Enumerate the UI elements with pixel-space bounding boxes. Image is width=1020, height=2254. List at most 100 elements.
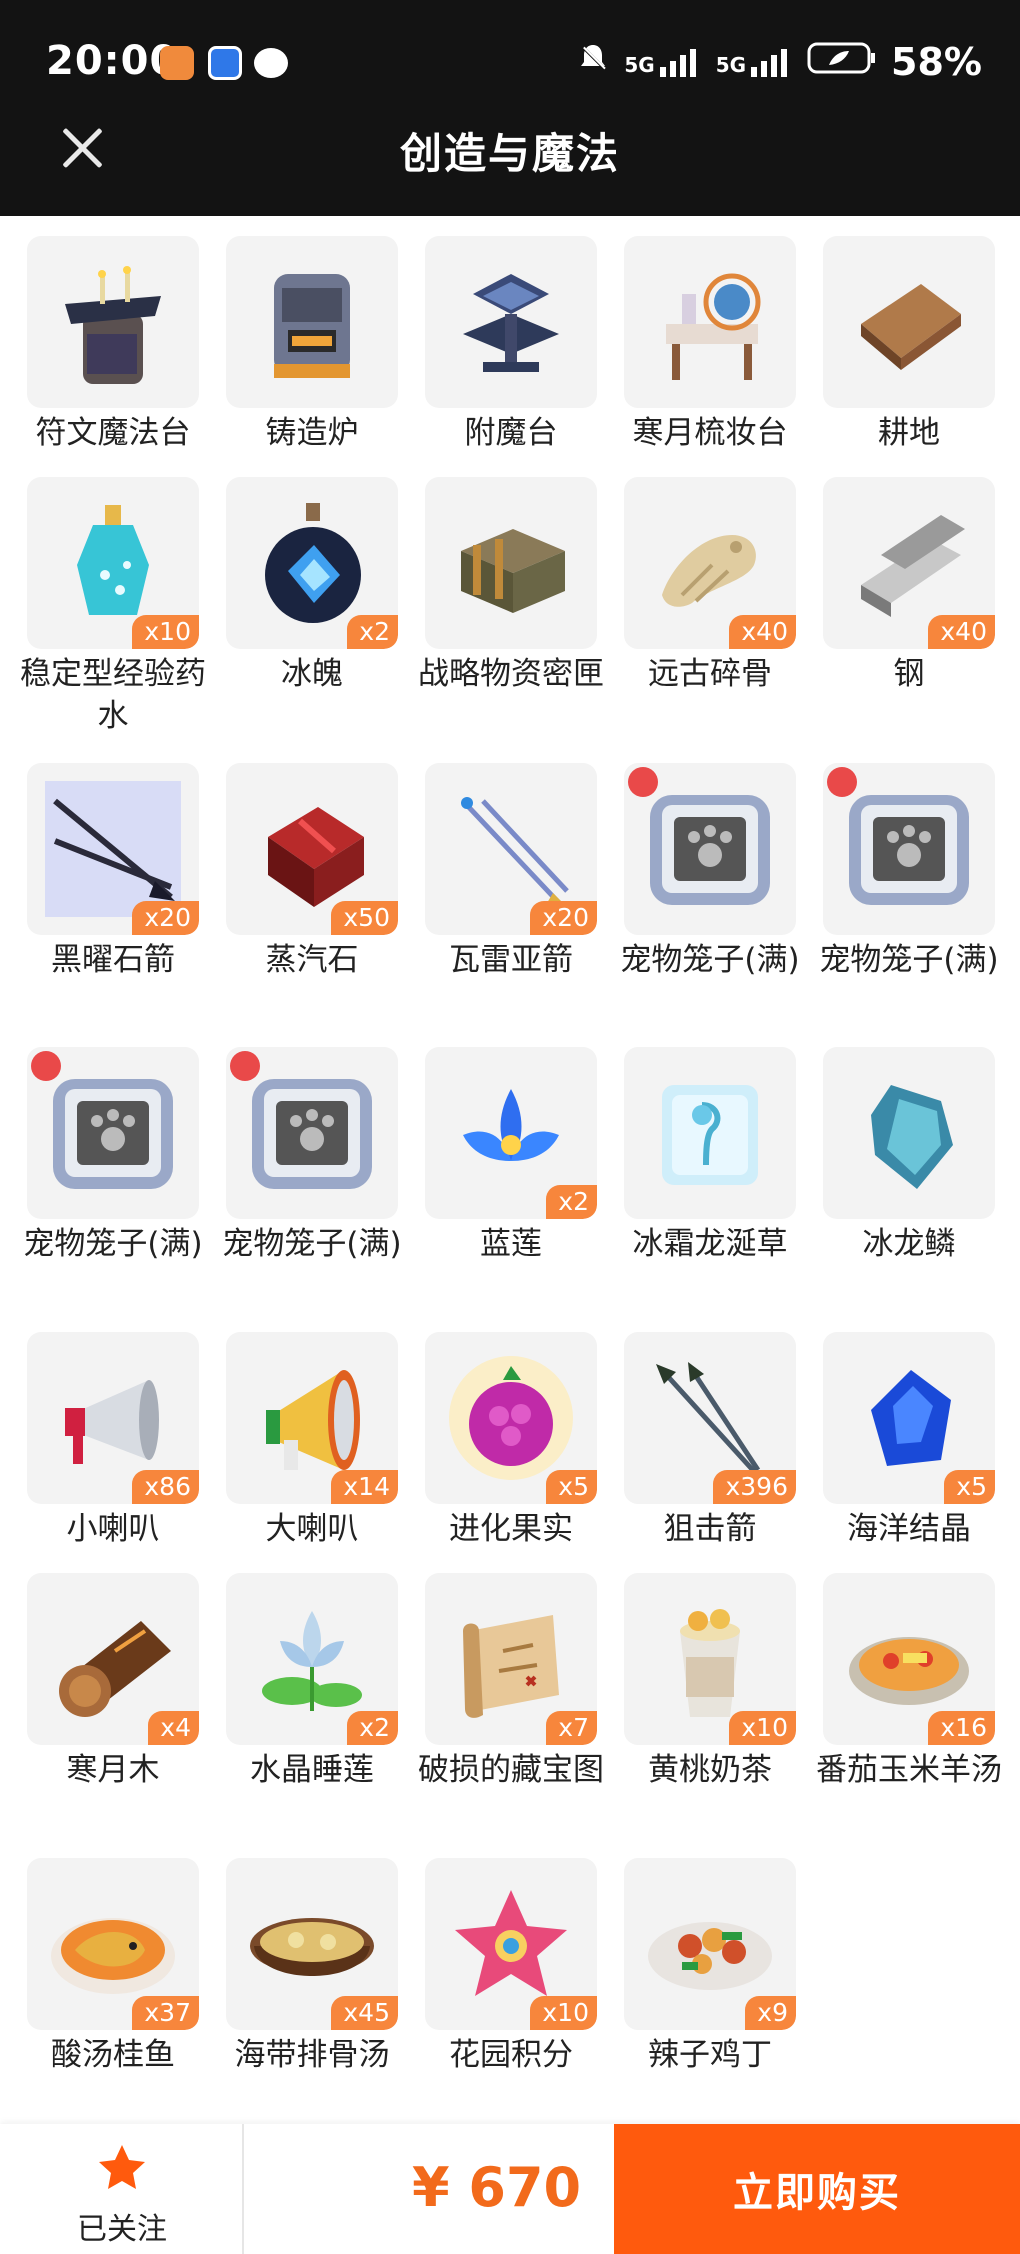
- crystal-lily-icon: [262, 1611, 362, 1711]
- paw-badge-icon: [628, 767, 658, 797]
- grid-item[interactable]: x10 稳定型经验药水: [20, 477, 206, 737]
- item-thumbnail: [624, 236, 796, 408]
- grid-item[interactable]: x50 蒸汽石: [226, 763, 398, 981]
- item-name: 瓦雷亚箭: [449, 942, 573, 978]
- mutton-soup-icon: [849, 1637, 969, 1705]
- grid-item[interactable]: 附魔台: [425, 236, 597, 454]
- frost-herb-icon: [662, 1085, 758, 1185]
- grid-item[interactable]: x2 水晶睡莲: [226, 1573, 398, 1791]
- item-thumbnail: x9: [624, 1858, 796, 2030]
- grid-item[interactable]: x40 钢: [823, 477, 995, 695]
- title-bar: 创造与魔法: [0, 90, 1020, 216]
- kelp-soup-icon: [250, 1918, 374, 1976]
- item-thumbnail: x2: [226, 477, 398, 649]
- buy-now-button[interactable]: 立即购买: [614, 2124, 1020, 2254]
- obsidian-arrow-icon: [45, 781, 181, 917]
- item-name: 辣子鸡丁: [648, 2037, 772, 2073]
- grid-item[interactable]: x10 黄桃奶茶: [624, 1573, 796, 1791]
- item-name: 远古碎骨: [648, 656, 772, 692]
- quantity-badge: x396: [713, 1470, 796, 1504]
- mute-icon: [576, 40, 610, 84]
- pet-cage-icon: [252, 1079, 372, 1189]
- item-thumbnail: [27, 1047, 199, 1219]
- grid-item[interactable]: 耕地: [823, 236, 995, 454]
- paw-badge-icon: [230, 1051, 260, 1081]
- grid-item[interactable]: x20 黑曜石箭: [27, 763, 199, 981]
- item-name: 冰龙鳞: [862, 1226, 956, 1262]
- item-thumbnail: [823, 236, 995, 408]
- quantity-badge: x40: [729, 615, 796, 649]
- battery-icon: [807, 40, 877, 84]
- grid-item[interactable]: 宠物笼子(满): [819, 763, 999, 981]
- follow-button[interactable]: 已关注: [0, 2124, 244, 2254]
- quantity-badge: x45: [331, 1996, 398, 2030]
- quantity-badge: x10: [530, 1996, 597, 2030]
- dresser-icon: [666, 273, 761, 380]
- grid-item[interactable]: x5 进化果实: [425, 1332, 597, 1550]
- grid-item[interactable]: x396 狙击箭: [624, 1332, 796, 1550]
- grid-item[interactable]: x40 远古碎骨: [624, 477, 796, 695]
- item-name: 酸汤桂鱼: [51, 2037, 175, 2073]
- paw-badge-icon: [31, 1051, 61, 1081]
- milk-tea-icon: [680, 1609, 740, 1717]
- grid-item[interactable]: 冰霜龙涎草: [624, 1047, 796, 1265]
- grid-item[interactable]: x10 花园积分: [425, 1858, 597, 2076]
- grid-item[interactable]: 符文魔法台: [27, 236, 199, 454]
- item-thumbnail: x10: [425, 1858, 597, 2030]
- grid-item[interactable]: 战略物资密匣: [418, 477, 604, 695]
- grid-item[interactable]: 冰龙鳞: [823, 1047, 995, 1265]
- grid-item[interactable]: x86 小喇叭: [27, 1332, 199, 1550]
- potion-icon: [77, 505, 149, 615]
- grid-item[interactable]: 宠物笼子(满): [23, 1047, 203, 1265]
- signal-icon-2: 5G: [716, 47, 793, 77]
- item-thumbnail: x37: [27, 1858, 199, 2030]
- item-name: 宠物笼子(满): [620, 942, 800, 978]
- quantity-badge: x40: [928, 615, 995, 649]
- star-icon: [99, 2145, 145, 2189]
- ocean-crystal-icon: [871, 1370, 951, 1466]
- grid-item[interactable]: x9 辣子鸡丁: [624, 1858, 796, 2076]
- pet-cage-icon: [849, 795, 969, 905]
- grid-item[interactable]: x7 破损的藏宝图: [418, 1573, 604, 1791]
- item-name: 寒月梳妆台: [632, 415, 788, 451]
- grid-item[interactable]: x5 海洋结晶: [823, 1332, 995, 1550]
- item-thumbnail: [226, 1047, 398, 1219]
- item-thumbnail: [425, 477, 597, 649]
- grid-item[interactable]: x2 冰魄: [226, 477, 398, 695]
- ice-dragon-scale-icon: [871, 1085, 953, 1189]
- item-thumbnail: x20: [27, 763, 199, 935]
- grid-item[interactable]: 宠物笼子(满): [620, 763, 800, 981]
- grid-item[interactable]: x14 大喇叭: [226, 1332, 398, 1550]
- item-name: 狙击箭: [663, 1511, 757, 1547]
- garden-point-icon: [455, 1890, 567, 1996]
- status-time: 20:00: [46, 38, 179, 84]
- item-name: 进化果实: [449, 1511, 573, 1547]
- item-thumbnail: x10: [27, 477, 199, 649]
- quantity-badge: x4: [148, 1711, 199, 1745]
- item-name: 蓝莲: [480, 1226, 542, 1262]
- price: ¥ 670: [412, 2156, 582, 2219]
- grid-item[interactable]: x16 番茄玉米羊汤: [816, 1573, 1002, 1791]
- grid-item[interactable]: x45 海带排骨汤: [226, 1858, 398, 2076]
- item-thumbnail: x2: [425, 1047, 597, 1219]
- quantity-badge: x86: [132, 1470, 199, 1504]
- quantity-badge: x37: [132, 1996, 199, 2030]
- pet-cage-icon: [650, 795, 770, 905]
- grid-item[interactable]: 寒月梳妆台: [624, 236, 796, 454]
- item-name: 黄桃奶茶: [648, 1752, 772, 1788]
- grid-item[interactable]: x2 蓝莲: [425, 1047, 597, 1265]
- item-name: 破损的藏宝图: [418, 1752, 604, 1788]
- grid-item[interactable]: 宠物笼子(满): [222, 1047, 402, 1265]
- grid-item[interactable]: 铸造炉: [226, 236, 398, 454]
- grid-item[interactable]: x20 瓦雷亚箭: [425, 763, 597, 981]
- grid-item[interactable]: x4 寒月木: [27, 1573, 199, 1791]
- item-thumbnail: x16: [823, 1573, 995, 1745]
- big-horn-icon: [266, 1370, 360, 1470]
- item-thumbnail: x2: [226, 1573, 398, 1745]
- quantity-badge: x10: [729, 1711, 796, 1745]
- ice-soul-icon: [265, 503, 361, 623]
- item-name: 水晶睡莲: [250, 1752, 374, 1788]
- grid-item[interactable]: x37 酸汤桂鱼: [27, 1858, 199, 2076]
- battery-level: 58%: [891, 40, 982, 84]
- item-name: 黑曜石箭: [51, 942, 175, 978]
